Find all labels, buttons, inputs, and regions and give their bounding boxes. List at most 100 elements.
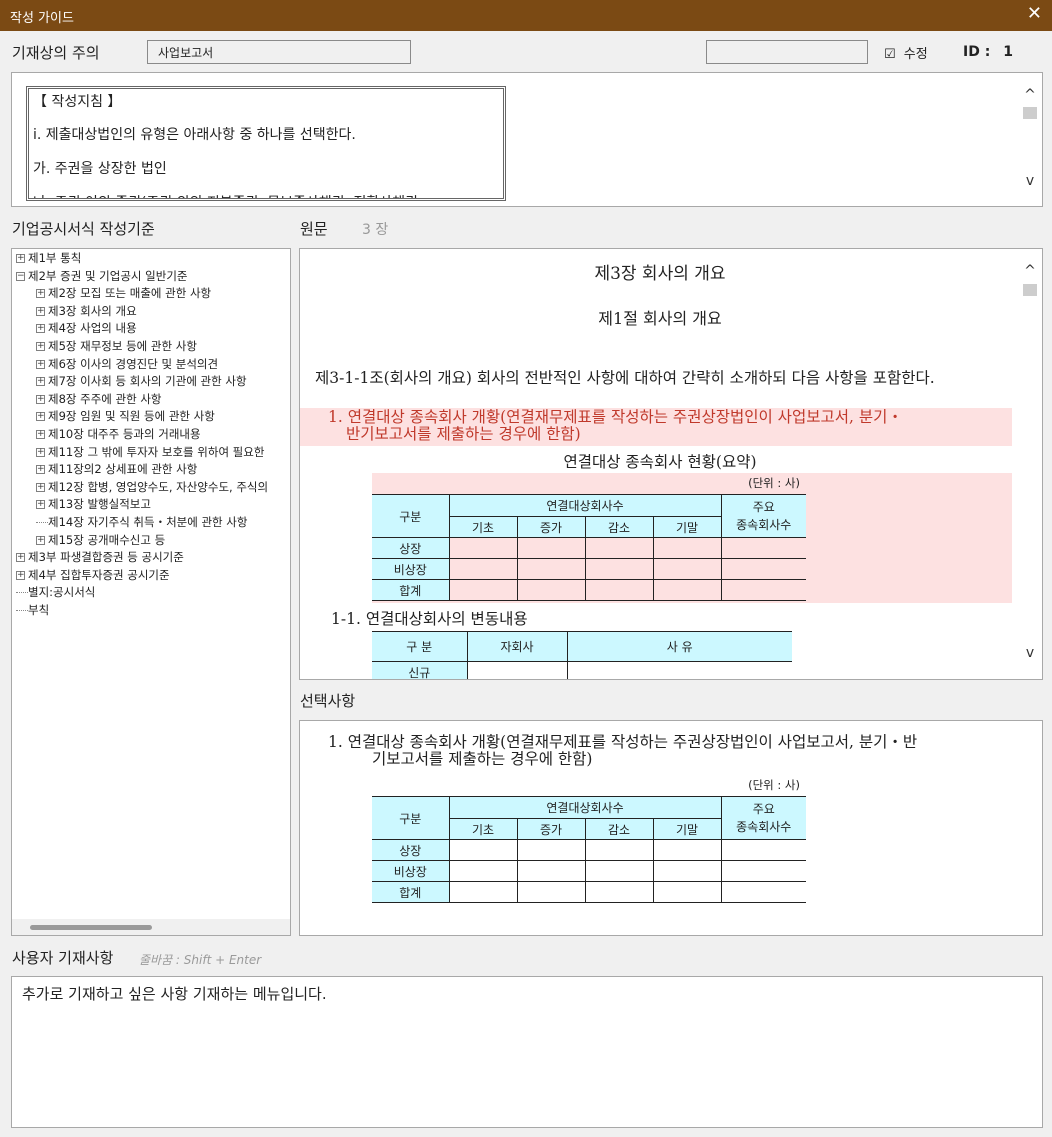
expand-icon[interactable]: +	[36, 342, 45, 351]
header-line: 주요	[752, 802, 775, 816]
tree-item-label: 제4장 사업의 내용	[48, 321, 137, 336]
collapse-icon[interactable]: −	[16, 271, 25, 281]
guide-scrollbar[interactable]: ^ v	[1018, 73, 1042, 206]
expand-icon[interactable]: +	[36, 535, 45, 545]
tree-item[interactable]: + 제6장 이사의 경영진단 및 분석의견	[36, 356, 218, 374]
cell	[720, 579, 806, 601]
tree-item-label: 별지:공시서식	[28, 585, 96, 600]
row-cell: 합계	[372, 881, 450, 903]
expand-icon[interactable]: +	[16, 570, 25, 580]
tree-item[interactable]: − 제2부 증권 및 기업공시 일반기준	[16, 268, 187, 286]
user-entry-hint: 줄바꿈 : Shift + Enter	[139, 953, 262, 967]
cell	[516, 881, 586, 903]
header-cell: 증가	[516, 516, 586, 538]
tree-item[interactable]: + 제13장 발행실적보고	[36, 496, 151, 514]
hscroll-thumb[interactable]	[30, 925, 152, 930]
row-cell: 신규	[372, 661, 468, 679]
tree-item-label: 제8장 주주에 관한 사항	[48, 391, 162, 406]
header-cell: 기초	[448, 818, 518, 840]
expand-icon[interactable]: +	[16, 553, 25, 563]
cell	[584, 860, 654, 882]
tree-item[interactable]: + 제10장 대주주 등과의 거래내용	[36, 426, 201, 444]
unit-label: (단위 : 사)	[748, 476, 800, 490]
tree-title: 기업공시서식 작성기준	[12, 220, 155, 238]
expand-icon[interactable]: +	[36, 500, 45, 510]
cell	[516, 537, 586, 559]
cell	[720, 881, 806, 903]
tree-item[interactable]: + 제7장 이사회 등 회사의 기관에 관한 사항	[36, 373, 247, 391]
guide-line: 가. 주권을 상장한 법인	[33, 161, 167, 177]
tree-item[interactable]: + 제3부 파생결합증권 등 공시기준	[16, 549, 184, 567]
expand-icon[interactable]: +	[36, 412, 45, 422]
cell	[652, 860, 722, 882]
tree-item[interactable]: + 제4장 사업의 내용	[36, 320, 137, 338]
chapter-heading: 제3장 회사의 개요	[594, 264, 726, 284]
original-scrollbar[interactable]: ^ v	[1018, 249, 1042, 679]
expand-icon[interactable]: +	[36, 289, 45, 299]
selection-title: 선택사항	[300, 692, 356, 710]
cell	[466, 661, 568, 679]
tree-item-label: 제7장 이사회 등 회사의 기관에 관한 사항	[48, 374, 247, 389]
scroll-down-icon[interactable]: v	[1018, 645, 1042, 663]
tree-item[interactable]: + 제4부 집합투자증권 공시기준	[16, 567, 170, 585]
tree-item[interactable]: 부칙	[16, 602, 49, 620]
tree-item[interactable]: + 제1부 통칙	[16, 250, 81, 268]
cell	[652, 537, 722, 559]
expand-icon[interactable]: +	[36, 377, 45, 387]
edit-checkbox[interactable]: ☑ 수정	[884, 43, 928, 62]
expand-icon[interactable]: +	[36, 482, 45, 492]
expand-icon[interactable]: +	[36, 324, 45, 334]
guide-textbox[interactable]: 【 작성지침 】 i. 제출대상법인의 유형은 아래사항 중 하나를 선택한다.…	[26, 86, 506, 201]
expand-icon[interactable]: +	[36, 430, 45, 439]
scroll-up-icon[interactable]: ^	[1018, 263, 1042, 281]
tree-item-label: 제9장 임원 및 직원 등에 관한 사항	[48, 409, 215, 424]
item1-line2: 반기보고서를 제출하는 경우에 한함)	[346, 425, 581, 443]
section-heading: 제1절 회사의 개요	[598, 309, 722, 328]
cell	[584, 881, 654, 903]
tree-item[interactable]: + 제2장 모집 또는 매출에 관한 사항	[36, 285, 211, 303]
cell	[652, 558, 722, 580]
cell	[584, 579, 654, 601]
cell	[652, 579, 722, 601]
tree-item-label: 제13장 발행실적보고	[48, 497, 151, 512]
guide-line: 【 작성지침 】	[33, 94, 122, 110]
tree-item[interactable]: + 제3장 회사의 개요	[36, 303, 137, 321]
cell	[584, 558, 654, 580]
user-entry-textarea[interactable]: 추가로 기재하고 싶은 사항 기재하는 메뉴입니다.	[11, 976, 1043, 1128]
tree-item-label: 제11장 그 밖에 투자자 보호를 위하여 필요한	[48, 444, 265, 459]
expand-icon[interactable]: +	[36, 306, 45, 316]
guide-panel: 【 작성지침 】 i. 제출대상법인의 유형은 아래사항 중 하나를 선택한다.…	[11, 72, 1043, 207]
cell	[448, 860, 518, 882]
scroll-up-icon[interactable]: ^	[1018, 87, 1042, 105]
item1-line1: 1. 연결대상 종속회사 개황(연결재무제표를 작성하는 주권상장법인이 사업보…	[328, 408, 903, 426]
expand-icon[interactable]: +	[36, 447, 45, 457]
report-type-field: 사업보고서	[147, 40, 411, 64]
item11-text: 1-1. 연결대상회사의 변동내용	[331, 610, 528, 628]
tree-item[interactable]: + 제12장 합병, 영업양수도, 자산양수도, 주식의	[36, 479, 268, 497]
tree-item[interactable]: + 제9장 임원 및 직원 등에 관한 사항	[36, 408, 215, 426]
id-value: 1	[1003, 44, 1013, 60]
expand-icon[interactable]: +	[36, 359, 45, 369]
search-input[interactable]	[706, 40, 868, 64]
scroll-down-icon[interactable]: v	[1018, 173, 1042, 191]
unit-label: (단위 : 사)	[748, 778, 800, 792]
tree-item[interactable]: + 제15장 공개매수신고 등	[36, 532, 165, 550]
tree-item[interactable]: + 제8장 주주에 관한 사항	[36, 391, 162, 409]
expand-icon[interactable]: +	[16, 254, 25, 263]
tree-hscrollbar[interactable]	[12, 919, 290, 935]
guide-line: 나. 주권 이외 증권(주권 외의 지분증권, 무보증사채권, 전환사채권	[33, 192, 418, 198]
scroll-thumb[interactable]	[1023, 107, 1037, 119]
tree-item[interactable]: + 제5장 재무정보 등에 관한 사항	[36, 338, 197, 356]
tree-item[interactable]: + 제11장의2 상세표에 관한 사항	[36, 461, 197, 479]
cell	[516, 579, 586, 601]
tree-item[interactable]: 제14장 자기주식 취득・처분에 관한 사항	[36, 514, 247, 532]
tree-item[interactable]: + 제11장 그 밖에 투자자 보호를 위하여 필요한	[36, 444, 264, 462]
original-panel: 제3장 회사의 개요 제1절 회사의 개요 제3-1-1조(회사의 개요) 회사…	[299, 248, 1043, 680]
expand-icon[interactable]: +	[36, 394, 45, 404]
expand-icon[interactable]: +	[36, 465, 45, 475]
scroll-thumb[interactable]	[1023, 284, 1037, 296]
tree-item[interactable]: 별지:공시서식	[16, 584, 95, 602]
tree-connector	[16, 610, 28, 611]
close-icon[interactable]: ✕	[1027, 3, 1042, 24]
checkbox-icon[interactable]: ☑	[884, 47, 896, 62]
